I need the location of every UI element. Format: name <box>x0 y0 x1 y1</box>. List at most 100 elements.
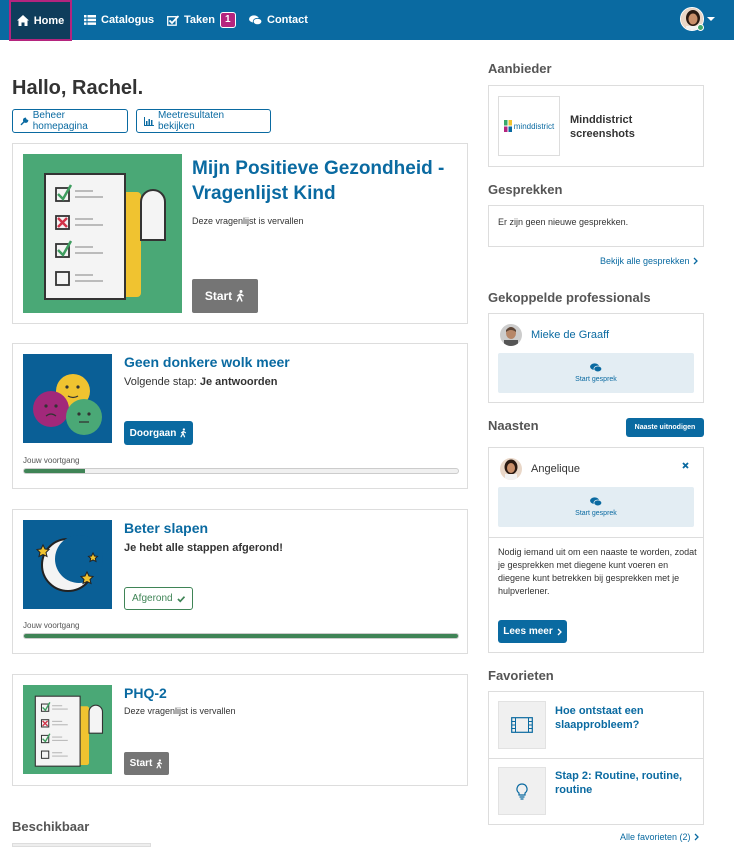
chevron-down-icon[interactable] <box>707 17 715 21</box>
start-conversation-label: Start gesprek <box>575 510 617 517</box>
continue-label: Doorgaan <box>129 427 177 439</box>
all-favorites-label: Alle favorieten (2) <box>620 832 691 842</box>
program-status: Deze vragenlijst is vervallen <box>124 706 236 716</box>
read-more-button[interactable]: Lees meer <box>498 620 567 643</box>
program-card: PHQ-2 Deze vragenlijst is vervallen Star… <box>12 674 468 786</box>
start-conversation-button[interactable]: Start gesprek <box>498 487 694 527</box>
invite-relative-button[interactable]: Naaste uitnodigen <box>626 418 704 437</box>
featured-start-button[interactable]: Start <box>192 279 258 313</box>
professionals-heading: Gekoppelde professionals <box>488 290 651 305</box>
home-icon <box>16 15 29 26</box>
walk-icon <box>236 290 245 302</box>
start-label: Start <box>129 758 153 769</box>
walk-icon <box>180 428 187 438</box>
checkbox-icon <box>167 14 179 26</box>
chevron-right-icon <box>694 833 699 841</box>
chat-icon <box>249 14 262 25</box>
manage-homepage-label: Beheer homepagina <box>32 110 88 132</box>
favorite-thumb <box>498 767 546 815</box>
program-illustration <box>23 520 112 609</box>
progress-fill <box>24 469 85 473</box>
divider <box>489 758 703 759</box>
program-card: Beter slapen Je hebt alle stappen afgero… <box>12 509 468 654</box>
next-step-value: Je antwoorden <box>199 376 278 388</box>
invite-relative-label: Naaste uitnodigen <box>634 424 696 431</box>
conversations-empty-text: Er zijn geen nieuwe gesprekken. <box>498 217 629 227</box>
nav-home[interactable]: Home <box>9 0 72 41</box>
featured-status: Deze vragenlijst is vervallen <box>192 216 304 226</box>
provider-name: Minddistrict screenshots <box>570 114 635 140</box>
professional-avatar <box>500 324 522 346</box>
available-card-edge <box>12 843 151 847</box>
view-results-button[interactable]: Meetresultaten bekijken <box>136 109 271 133</box>
relative-name: Angelique <box>531 463 580 475</box>
divider <box>489 537 703 538</box>
progress-fill <box>24 634 458 638</box>
progress-label: Jouw voortgang <box>23 621 80 630</box>
program-card: Geen donkere wolk meer Volgende stap: Je… <box>12 343 468 489</box>
program-title[interactable]: Beter slapen <box>124 520 208 536</box>
favorite-title[interactable]: Hoe ontstaat een slaapprobleem? <box>555 704 695 732</box>
continue-button[interactable]: Doorgaan <box>124 421 193 445</box>
relatives-heading: Naasten <box>488 418 539 433</box>
wrench-icon <box>20 116 29 125</box>
program-title[interactable]: PHQ-2 <box>124 685 167 701</box>
online-status-dot <box>697 24 704 31</box>
lightbulb-icon <box>516 782 528 800</box>
bar-chart-icon <box>144 116 154 126</box>
minddistrict-logo-icon <box>503 120 512 132</box>
all-conversations-link[interactable]: Bekijk alle gesprekken <box>600 256 698 266</box>
professional-name[interactable]: Mieke de Graaff <box>531 329 609 341</box>
relatives-explanation: Nodig iemand uit om een naaste te worden… <box>498 547 697 596</box>
featured-questionnaire-title[interactable]: Mijn Positieve Gezondheid - Vragenlijst … <box>192 156 464 206</box>
list-icon <box>84 15 96 25</box>
read-more-label: Lees meer <box>503 626 553 637</box>
favorites-heading: Favorieten <box>488 668 554 683</box>
top-navbar: Home Catalogus Taken 1 Contact <box>0 0 734 41</box>
next-step-prefix: Volgende stap: <box>124 376 200 388</box>
program-illustration <box>23 354 112 443</box>
progress-label: Jouw voortgang <box>23 456 80 465</box>
all-favorites-link[interactable]: Alle favorieten (2) <box>620 832 699 842</box>
all-conversations-label: Bekijk alle gesprekken <box>600 256 690 266</box>
chevron-right-icon <box>557 628 562 635</box>
start-conversation-label: Start gesprek <box>575 376 617 383</box>
provider-heading: Aanbieder <box>488 61 552 76</box>
completed-label: Afgerond <box>132 593 173 604</box>
favorites-card: Hoe ontstaat een slaapprobleem? Stap 2: … <box>488 691 704 825</box>
program-status: Je hebt alle stappen afgerond! <box>124 542 283 554</box>
chat-icon <box>590 497 602 507</box>
check-icon <box>176 595 185 603</box>
film-icon <box>511 717 533 733</box>
nav-contact[interactable]: Contact <box>249 0 308 40</box>
conversations-card: Er zijn geen nieuwe gesprekken. <box>488 205 704 247</box>
progress-bar <box>23 633 459 639</box>
progress-bar <box>23 468 459 474</box>
relative-avatar <box>500 458 522 480</box>
nav-tasks-label: Taken <box>184 14 215 26</box>
featured-questionnaire-card: Mijn Positieve Gezondheid - Vragenlijst … <box>12 143 468 324</box>
available-heading: Beschikbaar <box>12 819 90 834</box>
nav-catalogue-label: Catalogus <box>101 14 155 26</box>
program-next-step: Volgende stap: Je antwoorden <box>124 376 277 388</box>
questionnaire-illustration <box>23 154 182 313</box>
program-title[interactable]: Geen donkere wolk meer <box>124 354 290 370</box>
conversations-heading: Gesprekken <box>488 182 563 197</box>
nav-tasks[interactable]: Taken 1 <box>167 0 236 40</box>
close-icon[interactable] <box>682 462 689 469</box>
completed-button[interactable]: Afgerond <box>124 587 193 610</box>
featured-start-label: Start <box>204 289 233 303</box>
provider-logo: minddistrict <box>498 96 560 156</box>
walk-icon <box>156 758 163 769</box>
provider-card[interactable]: minddistrict Minddistrict screenshots <box>488 85 704 167</box>
nav-home-label: Home <box>33 14 65 27</box>
favorite-title[interactable]: Stap 2: Routine, routine, routine <box>555 769 695 797</box>
manage-homepage-button[interactable]: Beheer homepagina <box>12 109 128 133</box>
nav-catalogue[interactable]: Catalogus <box>84 0 154 40</box>
start-conversation-button[interactable]: Start gesprek <box>498 353 694 393</box>
professional-card: Mieke de Graaff Start gesprek <box>488 313 704 403</box>
chevron-right-icon <box>693 257 698 265</box>
start-button[interactable]: Start <box>124 752 169 775</box>
page-title: Hallo, Rachel. <box>12 77 144 99</box>
relatives-card: Angelique Start gesprek Nodig iemand uit… <box>488 447 704 653</box>
